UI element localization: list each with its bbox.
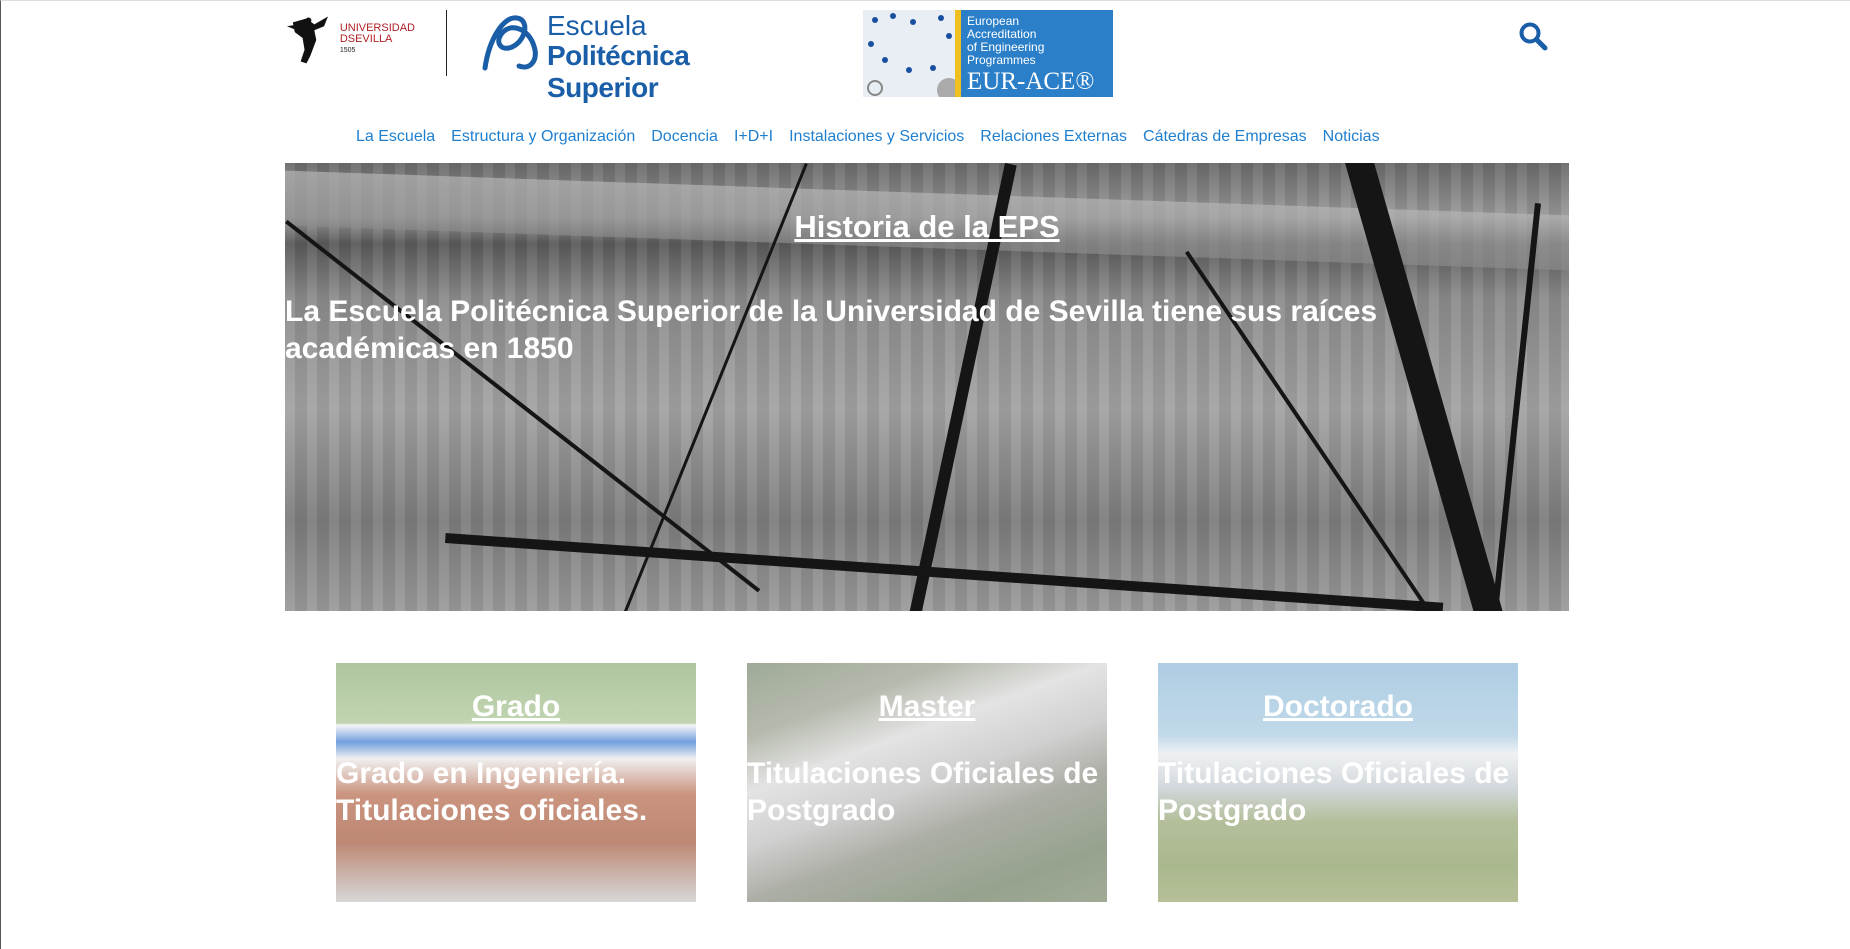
card-grado[interactable]: Grado Grado en Ingeniería. Titulaciones … (336, 663, 696, 902)
us-logo-year: 1505 (339, 46, 356, 54)
eurace-gold-stripe (955, 10, 961, 97)
eurace-brand: EUR-ACE® (967, 68, 1095, 95)
eps-emblem-icon (482, 15, 538, 71)
logo-divider (446, 10, 447, 76)
nav-item-catedras[interactable]: Cátedras de Empresas (1143, 128, 1307, 146)
card-doctorado-title[interactable]: Doctorado (1158, 690, 1518, 724)
hero-banner[interactable]: Historia de la EPS La Escuela Politécnic… (285, 163, 1569, 611)
search-button[interactable] (1518, 21, 1548, 51)
card-grado-title[interactable]: Grado (336, 690, 696, 724)
eurace-caption: European Accreditation of Engineering Pr… (967, 15, 1044, 67)
eurace-stars-panel (863, 10, 961, 97)
card-master-text: Titulaciones Oficiales de Postgrado (747, 757, 1099, 827)
eps-logo-line1: Escuela (547, 10, 647, 41)
nav-item-estructura[interactable]: Estructura y Organización (451, 128, 635, 146)
us-logo-line2: DSEVILLA (339, 32, 393, 45)
card-doctorado-text: Titulaciones Oficiales de Postgrado (1158, 757, 1510, 827)
hero-title-link[interactable]: Historia de la EPS (285, 209, 1569, 245)
main-nav: La Escuela Estructura y Organización Doc… (356, 128, 1396, 146)
hero-text: La Escuela Politécnica Superior de la Un… (285, 295, 1378, 365)
card-grado-text: Grado en Ingeniería. Titulaciones oficia… (336, 757, 648, 827)
eurace-badge[interactable]: European Accreditation of Engineering Pr… (863, 10, 1113, 97)
us-logo-line1: UNIVERSIDAD (339, 21, 415, 34)
angel-emblem-icon (286, 16, 328, 64)
nav-item-docencia[interactable]: Docencia (651, 128, 718, 146)
nav-item-idi[interactable]: I+D+I (734, 128, 773, 146)
eurace-line4: Programmes (967, 53, 1036, 67)
universidad-sevilla-logo[interactable]: UNIVERSIDAD DSEVILLA 1505 (285, 10, 415, 68)
eu-stars-icon (867, 13, 961, 97)
nav-item-noticias[interactable]: Noticias (1323, 128, 1380, 146)
nav-item-relaciones-externas[interactable]: Relaciones Externas (980, 128, 1127, 146)
nav-item-instalaciones[interactable]: Instalaciones y Servicios (789, 128, 964, 146)
eps-logo[interactable]: Escuela Politécnica Superior (479, 10, 799, 103)
nav-item-la-escuela[interactable]: La Escuela (356, 128, 435, 146)
card-master[interactable]: Master Titulaciones Oficiales de Postgra… (747, 663, 1107, 902)
eps-logo-line2: Politécnica Superior (547, 40, 690, 103)
us-logo-text: UNIVERSIDAD DSEVILLA 1505 (339, 21, 415, 56)
card-doctorado[interactable]: Doctorado Titulaciones Oficiales de Post… (1158, 663, 1518, 902)
search-icon (1519, 22, 1548, 51)
card-master-title[interactable]: Master (747, 690, 1107, 724)
